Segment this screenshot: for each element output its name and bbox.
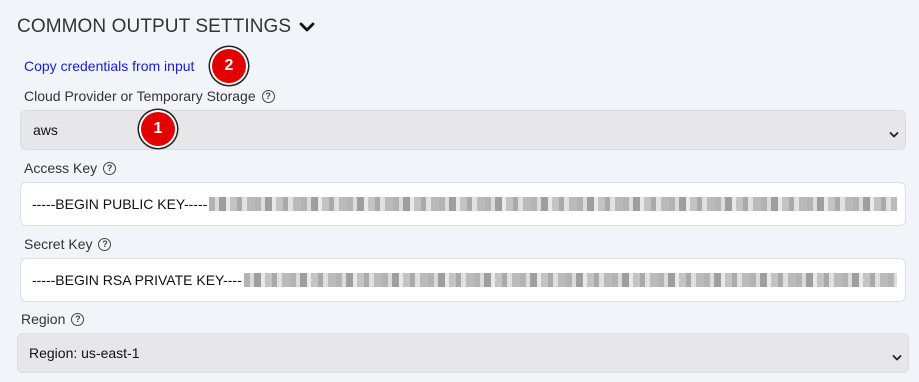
section-title: COMMON OUTPUT SETTINGS [17,16,292,37]
redacted-key-content [209,197,897,211]
access-key-label: Access Key ? [24,160,117,176]
chevron-down-icon[interactable] [299,21,315,33]
copy-credentials-link[interactable]: Copy credentials from input [24,58,194,74]
region-select-value: Region: us-east-1 [29,345,140,361]
provider-select-value: aws [33,122,58,138]
secret-key-label: Secret Key ? [24,236,112,252]
region-label-text: Region [21,311,66,327]
redacted-key-content [243,273,897,287]
access-key-field[interactable]: -----BEGIN PUBLIC KEY----- [20,182,906,226]
annotation-badge-2: 2 [212,49,246,83]
help-icon[interactable]: ? [103,161,117,175]
provider-label-text: Cloud Provider or Temporary Storage [24,88,256,104]
help-icon[interactable]: ? [261,89,275,103]
region-label: Region ? [21,311,85,327]
provider-label: Cloud Provider or Temporary Storage ? [24,88,275,104]
secret-key-label-text: Secret Key [24,236,93,252]
annotation-badge-1: 1 [141,112,175,146]
chevron-down-icon [889,126,899,142]
secret-key-field[interactable]: -----BEGIN RSA PRIVATE KEY---- [20,258,906,302]
access-key-label-text: Access Key [24,160,98,176]
help-icon[interactable]: ? [71,312,85,326]
section-header[interactable]: COMMON OUTPUT SETTINGS [17,16,315,38]
access-key-value: -----BEGIN PUBLIC KEY----- [32,196,208,212]
region-select[interactable]: Region: us-east-1 [17,333,909,373]
chevron-down-icon [892,349,902,365]
secret-key-value: -----BEGIN RSA PRIVATE KEY---- [32,272,242,288]
help-icon[interactable]: ? [98,237,112,251]
